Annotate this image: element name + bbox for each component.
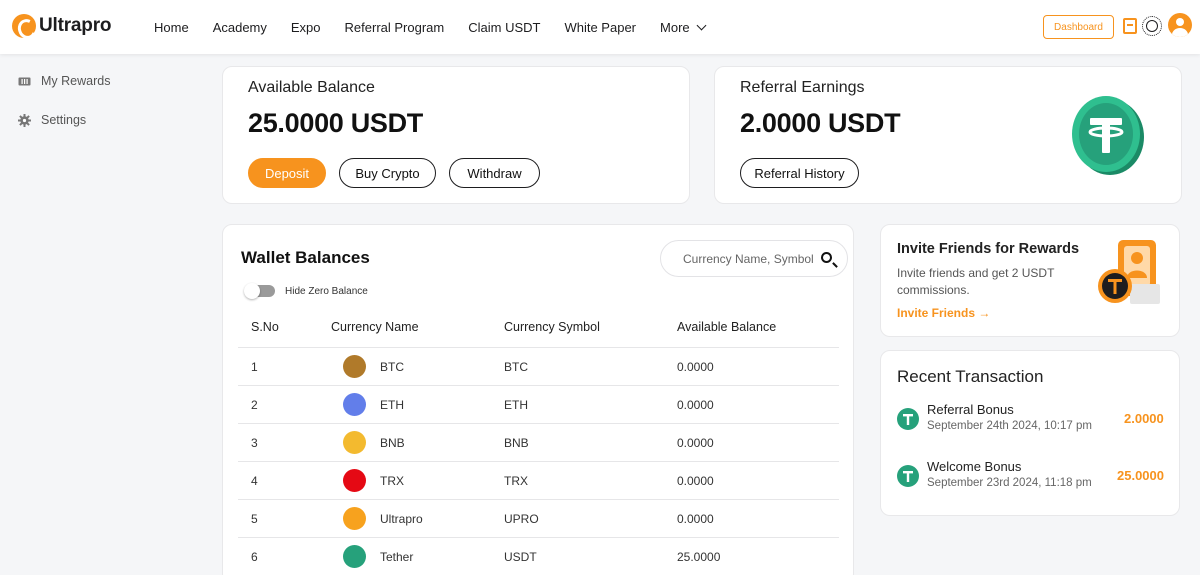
row-sno: 6 <box>251 550 258 564</box>
ultrapro-logo-icon <box>12 14 36 38</box>
user-avatar-icon[interactable] <box>1168 13 1192 37</box>
transaction-date: September 24th 2024, 10:17 pm <box>927 420 1092 432</box>
row-currency-symbol: ETH <box>504 398 528 412</box>
table-row: 3 BNB BNB 0.0000 <box>238 423 839 461</box>
brand-logo[interactable]: Ultrapro <box>12 14 111 38</box>
ticket-icon <box>18 75 31 88</box>
search-icon[interactable] <box>821 252 832 263</box>
bitcoin-icon <box>343 355 366 378</box>
row-sno: 3 <box>251 436 258 450</box>
table-row: 1 BTC BTC 0.0000 <box>238 347 839 385</box>
main-nav: Home Academy Expo Referral Program Claim… <box>154 0 729 54</box>
row-available-balance: 0.0000 <box>677 436 714 450</box>
sidebar-item-settings[interactable]: Settings <box>18 113 86 127</box>
transaction-name: Referral Bonus <box>927 402 1014 417</box>
row-currency-name: TRX <box>380 474 404 488</box>
row-currency-name: ETH <box>380 398 404 412</box>
row-available-balance: 25.0000 <box>677 550 721 564</box>
sidebar-item-label: Settings <box>41 113 87 127</box>
theme-toggle-icon[interactable] <box>1142 16 1162 36</box>
row-currency-symbol: BTC <box>504 360 528 374</box>
nav-more[interactable]: More <box>660 19 707 35</box>
nav-claim-usdt[interactable]: Claim USDT <box>468 20 540 35</box>
deposit-button[interactable]: Deposit <box>248 158 326 188</box>
available-balance-label: Available Balance <box>248 79 375 96</box>
sidebar-item-my-rewards[interactable]: My Rewards <box>18 74 110 88</box>
wallet-table-body: 1 BTC BTC 0.0000 2 ETH ETH 0.0000 3 BNB … <box>238 347 839 575</box>
sidebar-item-label: My Rewards <box>41 74 111 88</box>
transaction-name: Welcome Bonus <box>927 459 1022 474</box>
table-row: 2 ETH ETH 0.0000 <box>238 385 839 423</box>
transaction-amount: 25.0000 <box>1117 468 1164 483</box>
withdraw-button[interactable]: Withdraw <box>449 158 540 188</box>
row-sno: 5 <box>251 512 258 526</box>
hide-zero-balance-toggle[interactable] <box>244 283 275 299</box>
row-currency-symbol: BNB <box>504 436 529 450</box>
wallet-balances-title: Wallet Balances <box>241 248 370 267</box>
referral-earnings-value: 2.0000 USDT <box>740 108 901 138</box>
row-currency-symbol: USDT <box>504 550 537 564</box>
tether-icon <box>897 408 919 430</box>
dashboard-button[interactable]: Dashboard <box>1043 15 1114 39</box>
available-balance-value: 25.0000 USDT <box>248 108 423 138</box>
column-header-available-balance: Available Balance <box>677 320 777 334</box>
hide-zero-balance-label: Hide Zero Balance <box>285 286 368 297</box>
referral-earnings-label: Referral Earnings <box>740 79 865 96</box>
ultrapro-icon <box>343 507 366 530</box>
table-row: 6 Tether USDT 25.0000 <box>238 537 839 575</box>
nav-white-paper[interactable]: White Paper <box>564 20 636 35</box>
tether-icon <box>897 465 919 487</box>
ethereum-icon <box>343 393 366 416</box>
referral-history-button[interactable]: Referral History <box>740 158 859 188</box>
invite-description: Invite friends and get 2 USDT commission… <box>897 266 1055 297</box>
invite-friends-link[interactable]: Invite Friends → <box>897 306 990 320</box>
chevron-down-icon <box>696 20 707 30</box>
nav-academy[interactable]: Academy <box>213 20 267 35</box>
row-available-balance: 0.0000 <box>677 512 714 526</box>
row-available-balance: 0.0000 <box>677 360 714 374</box>
transaction-date: September 23rd 2024, 11:18 pm <box>927 477 1092 489</box>
bnb-icon <box>343 431 366 454</box>
transaction-amount: 2.0000 <box>1124 411 1164 426</box>
invite-illustration-icon <box>1098 240 1160 304</box>
tether-coin-icon <box>1072 96 1144 175</box>
column-header-currency-symbol: Currency Symbol <box>504 320 600 334</box>
row-sno: 2 <box>251 398 258 412</box>
row-currency-name: Tether <box>380 550 414 564</box>
recent-transaction-title: Recent Transaction <box>897 367 1044 386</box>
buy-crypto-button[interactable]: Buy Crypto <box>339 158 436 188</box>
logout-icon[interactable] <box>1123 18 1137 34</box>
nav-more-label: More <box>660 19 690 35</box>
row-currency-name: Ultrapro <box>380 512 423 526</box>
column-header-currency-name: Currency Name <box>331 320 419 334</box>
tron-icon <box>343 469 366 492</box>
gear-icon <box>18 113 31 127</box>
nav-referral-program[interactable]: Referral Program <box>345 20 445 35</box>
invite-title: Invite Friends for Rewards <box>897 241 1080 257</box>
row-sno: 1 <box>251 360 258 374</box>
table-row: 5 Ultrapro UPRO 0.0000 <box>238 499 839 537</box>
row-currency-name: BNB <box>380 436 405 450</box>
brand-name: Ultrapro <box>39 15 112 36</box>
tether-icon <box>343 545 366 568</box>
row-currency-name: BTC <box>380 360 404 374</box>
search-input[interactable] <box>683 250 813 268</box>
nav-home[interactable]: Home <box>154 20 189 35</box>
row-currency-symbol: UPRO <box>504 512 539 526</box>
table-row: 4 TRX TRX 0.0000 <box>238 461 839 499</box>
top-navbar: Ultrapro Home Academy Expo Referral Prog… <box>0 0 1200 54</box>
currency-search <box>660 240 848 277</box>
row-available-balance: 0.0000 <box>677 474 714 488</box>
nav-expo[interactable]: Expo <box>291 20 321 35</box>
row-available-balance: 0.0000 <box>677 398 714 412</box>
row-sno: 4 <box>251 474 258 488</box>
column-header-sno: S.No <box>251 320 279 334</box>
row-currency-symbol: TRX <box>504 474 528 488</box>
